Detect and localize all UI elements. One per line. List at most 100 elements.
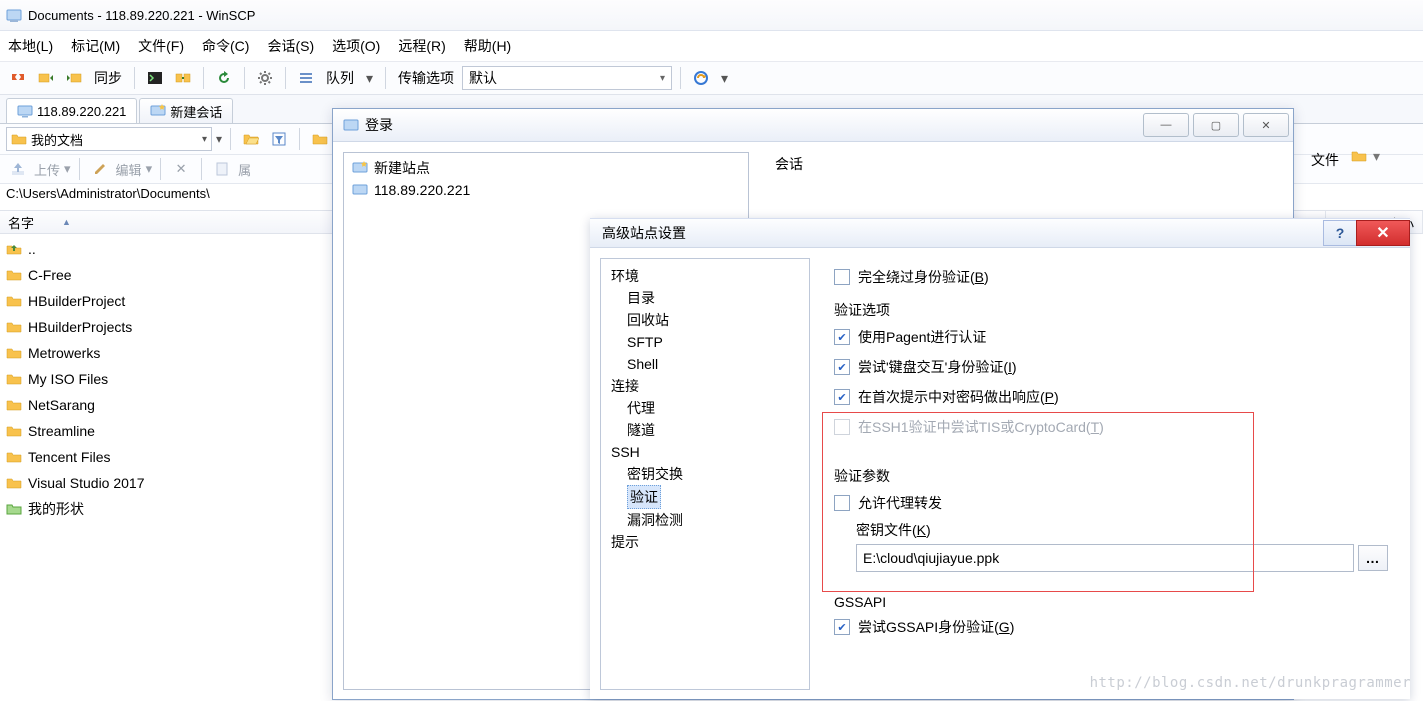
shapes-icon: [6, 501, 22, 517]
remote-panel-remnant: 文件 ▾: [1303, 142, 1423, 202]
keyfile-label: 密钥文件(K): [856, 522, 931, 538]
tree-new-site[interactable]: 新建站点: [346, 157, 746, 179]
folder-icon: [6, 423, 22, 439]
tab-new-session[interactable]: 新建会话: [139, 98, 233, 123]
menu-file[interactable]: 文件(F): [138, 36, 184, 56]
nav-ssh[interactable]: SSH: [605, 441, 805, 463]
nav-bug[interactable]: 漏洞检测: [605, 509, 805, 531]
nav-shell[interactable]: Shell: [605, 353, 805, 375]
folder-icon: [11, 131, 27, 147]
upload-icon[interactable]: [6, 157, 30, 181]
close-button[interactable]: ✕: [1356, 220, 1410, 246]
login-dialog-title: 登录: [365, 115, 393, 135]
folder-up-icon: [6, 241, 22, 257]
sync-browse-right-icon[interactable]: [62, 66, 86, 90]
pagent-checkbox[interactable]: [834, 329, 850, 345]
settings-icon[interactable]: [253, 66, 277, 90]
folder-icon: [6, 371, 22, 387]
advanced-dialog-title: 高级站点设置: [602, 223, 686, 243]
advanced-settings-dialog: 高级站点设置 ? ✕ 环境 目录 回收站 SFTP Shell 连接 代理 隧道…: [590, 218, 1410, 699]
nav-auth[interactable]: 验证: [605, 485, 805, 509]
auth-options-label: 验证选项: [834, 300, 1388, 320]
auth-params-label: 验证参数: [834, 466, 1388, 486]
gssapi-checkbox[interactable]: [834, 619, 850, 635]
sync-label[interactable]: 同步: [94, 68, 122, 88]
respond-pw-label: 在首次提示中对密码做出响应(P): [858, 387, 1059, 407]
tis-checkbox: [834, 419, 850, 435]
sync-browse-left-icon[interactable]: [34, 66, 58, 90]
delete-icon[interactable]: ✕: [169, 157, 193, 181]
session-group-label: 会话: [775, 154, 1277, 174]
filter-icon[interactable]: [267, 127, 291, 151]
folder-icon: [6, 449, 22, 465]
edit-label[interactable]: 编辑: [116, 160, 142, 179]
advanced-nav-tree[interactable]: 环境 目录 回收站 SFTP Shell 连接 代理 隧道 SSH 密钥交换 验…: [600, 258, 810, 690]
nav-hint[interactable]: 提示: [605, 531, 805, 553]
queue-label[interactable]: 队列: [326, 68, 354, 88]
transfer-preset-combo[interactable]: 默认: [462, 66, 672, 90]
tree-site-ip[interactable]: 118.89.220.221: [346, 179, 746, 201]
maximize-button[interactable]: ▢: [1193, 113, 1239, 137]
help-button[interactable]: ?: [1323, 220, 1357, 246]
menu-session[interactable]: 会话(S): [267, 36, 314, 56]
pc-new-icon: [352, 160, 368, 176]
folder-shortcut-icon[interactable]: [308, 127, 332, 151]
nav-kex[interactable]: 密钥交换: [605, 463, 805, 485]
compare-icon[interactable]: [6, 66, 30, 90]
nav-tunnel[interactable]: 隧道: [605, 419, 805, 441]
window-titlebar: Documents - 118.89.220.221 - WinSCP: [0, 0, 1423, 31]
tab-active-session[interactable]: 118.89.220.221: [6, 98, 137, 123]
sync-dirs-icon[interactable]: [171, 66, 195, 90]
nav-env[interactable]: 环境: [605, 265, 805, 287]
menu-mark[interactable]: 标记(M): [71, 36, 120, 56]
folder-icon: [6, 267, 22, 283]
pc-icon: [17, 103, 33, 119]
pc-new-icon: [150, 103, 166, 119]
tab-new-session-label: 新建会话: [170, 102, 222, 121]
kbdint-label: 尝试'键盘交互'身份验证(I): [858, 357, 1017, 377]
nav-recycle[interactable]: 回收站: [605, 309, 805, 331]
pagent-label: 使用Pagent进行认证: [858, 327, 986, 347]
open-folder-icon[interactable]: [239, 127, 263, 151]
properties-label[interactable]: 属: [238, 160, 251, 179]
minimize-button[interactable]: —: [1143, 113, 1189, 137]
properties-icon[interactable]: [210, 157, 234, 181]
nav-sftp[interactable]: SFTP: [605, 331, 805, 353]
folder-icon: [6, 319, 22, 335]
watermark-text: http://blog.csdn.net/drunkpragrammer: [1090, 675, 1411, 691]
app-icon: [6, 7, 22, 23]
local-folder-combo[interactable]: 我的文档: [6, 127, 212, 151]
tis-label: 在SSH1验证中尝试TIS或CryptoCard(T): [858, 417, 1104, 437]
edit-icon[interactable]: [88, 157, 112, 181]
reconnect-icon[interactable]: [689, 66, 713, 90]
bypass-auth-checkbox[interactable]: [834, 269, 850, 285]
menu-help[interactable]: 帮助(H): [464, 36, 511, 56]
bypass-auth-label: 完全绕过身份验证(B): [858, 267, 989, 287]
app-icon: [343, 117, 359, 133]
browse-keyfile-button[interactable]: …: [1358, 545, 1388, 571]
folder-fav-icon[interactable]: [1351, 148, 1367, 164]
nav-dir[interactable]: 目录: [605, 287, 805, 309]
terminal-icon[interactable]: [143, 66, 167, 90]
main-toolbar: 同步 队列 ▾ 传输选项 默认 ▾: [0, 62, 1423, 95]
nav-conn[interactable]: 连接: [605, 375, 805, 397]
refresh-icon[interactable]: [212, 66, 236, 90]
menu-cmd[interactable]: 命令(C): [202, 36, 249, 56]
gssapi-label: GSSAPI: [834, 594, 1388, 610]
agent-fwd-label: 允许代理转发: [858, 493, 942, 513]
keyfile-input[interactable]: [856, 544, 1354, 572]
queue-icon[interactable]: [294, 66, 318, 90]
menu-local[interactable]: 本地(L): [8, 36, 53, 56]
window-title: Documents - 118.89.220.221 - WinSCP: [28, 8, 255, 23]
nav-proxy[interactable]: 代理: [605, 397, 805, 419]
menu-options[interactable]: 选项(O): [332, 36, 380, 56]
kbdint-checkbox[interactable]: [834, 359, 850, 375]
folder-icon: [6, 293, 22, 309]
respond-pw-checkbox[interactable]: [834, 389, 850, 405]
close-button[interactable]: ✕: [1243, 113, 1289, 137]
menu-remote[interactable]: 远程(R): [398, 36, 445, 56]
transfer-options-label: 传输选项: [398, 68, 454, 88]
folder-icon: [6, 345, 22, 361]
agent-fwd-checkbox[interactable]: [834, 495, 850, 511]
upload-label[interactable]: 上传: [34, 160, 60, 179]
